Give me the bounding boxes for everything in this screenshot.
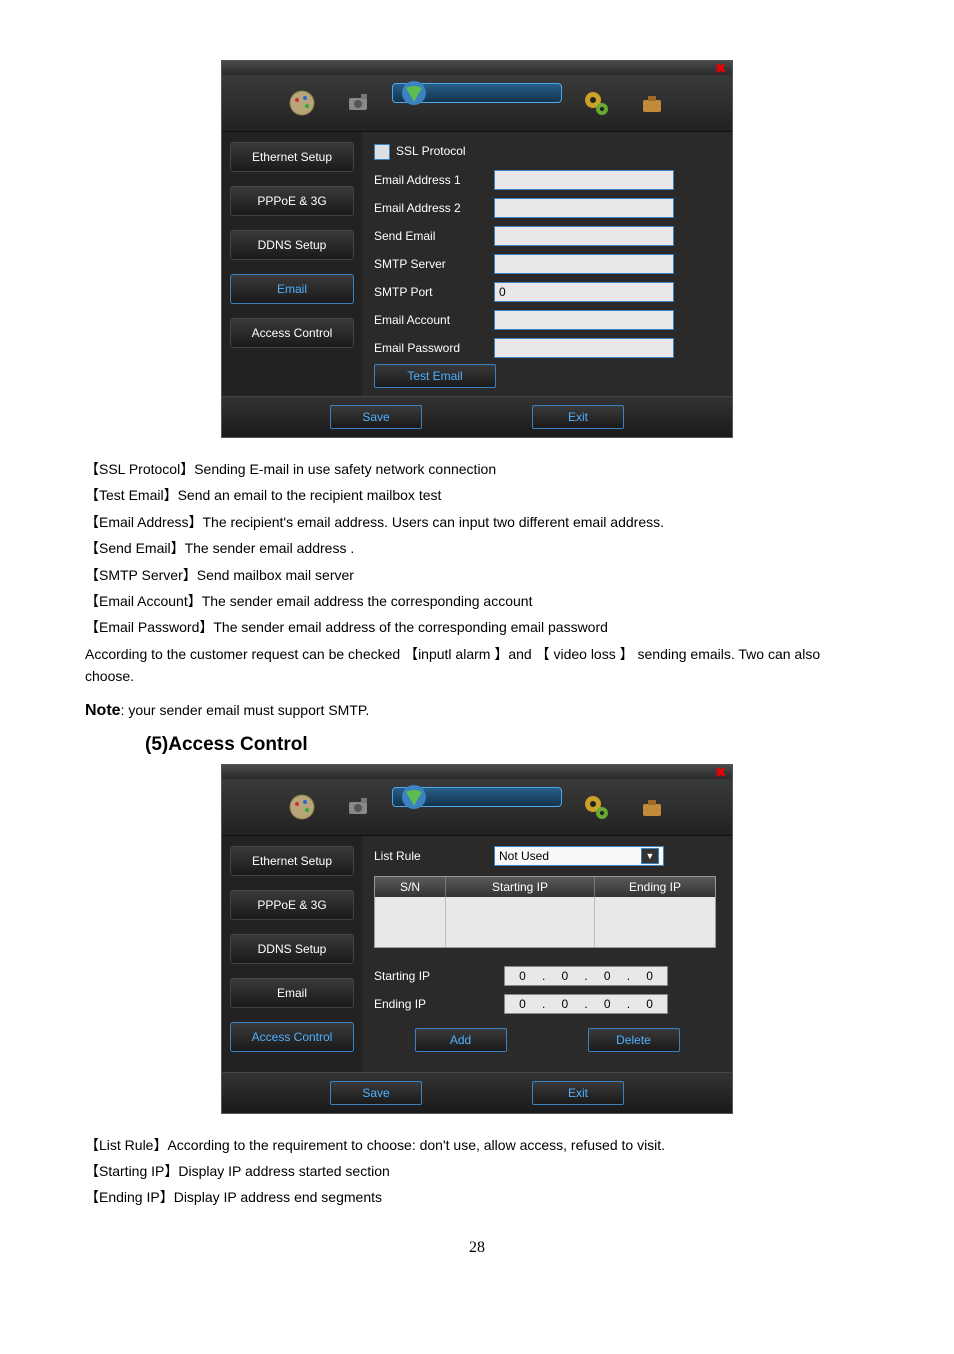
starting-ip-label: Starting IP (374, 969, 504, 983)
sidebar-item-ddns-setup[interactable]: DDNS Setup (230, 934, 354, 964)
globe-icon[interactable] (392, 83, 562, 103)
list-rule-label: List Rule (374, 849, 494, 863)
main-panel: SSL Protocol Email Address 1 Email Addre… (362, 132, 732, 396)
list-rule-value: Not Used (499, 849, 549, 863)
description-line: 【Test Email】Send an email to the recipie… (85, 484, 869, 506)
email-account-input[interactable] (494, 310, 674, 330)
ending-ip-label: Ending IP (374, 997, 504, 1011)
close-icon[interactable]: ✖ (715, 61, 726, 77)
smtp-port-input[interactable] (494, 282, 674, 302)
email1-input[interactable] (494, 170, 674, 190)
list-rule-select[interactable]: Not Used ▼ (494, 846, 664, 866)
sidebar-item-access-control[interactable]: Access Control (230, 318, 354, 348)
note-label: Note (85, 702, 121, 719)
th-sn: S/N (375, 877, 446, 897)
sidebar-item-ethernet-setup[interactable]: Ethernet Setup (230, 142, 354, 172)
test-email-button[interactable]: Test Email (374, 364, 496, 388)
send-email-input[interactable] (494, 226, 674, 246)
exit-button[interactable]: Exit (532, 1081, 624, 1105)
gears-icon[interactable] (574, 83, 618, 123)
description-line: 【Send Email】The sender email address . (85, 537, 869, 559)
page-number: 28 (85, 1239, 869, 1257)
description-line: 【Email Account】The sender email address … (85, 590, 869, 612)
dialog-titlebar: ✖ (222, 61, 732, 75)
sidebar: Ethernet Setup PPPoE & 3G DDNS Setup Email A… (222, 836, 362, 1072)
th-ending-ip: Ending IP (595, 877, 715, 897)
note-line: Note: your sender email must support SMT… (85, 702, 869, 720)
globe-icon[interactable] (392, 787, 562, 807)
smtp-port-label: SMTP Port (374, 285, 494, 299)
smtp-server-label: SMTP Server (374, 257, 494, 271)
sidebar-item-ddns-setup[interactable]: DDNS Setup (230, 230, 354, 260)
description-line: 【Starting IP】Display IP address started … (85, 1160, 869, 1182)
sidebar-item-access-control[interactable]: Access Control (230, 1022, 354, 1052)
description-line: 【List Rule】According to the requirement … (85, 1134, 869, 1156)
sidebar-item-pppoe-3g[interactable]: PPPoE & 3G (230, 890, 354, 920)
save-button[interactable]: Save (330, 405, 422, 429)
description-line: 【SMTP Server】Send mailbox mail server (85, 564, 869, 586)
dialog-footer: Save Exit (222, 1072, 732, 1113)
camera-icon[interactable] (336, 787, 380, 827)
sidebar-item-pppoe-3g[interactable]: PPPoE & 3G (230, 186, 354, 216)
briefcase-icon[interactable] (630, 787, 674, 827)
add-button[interactable]: Add (415, 1028, 507, 1052)
send-email-label: Send Email (374, 229, 494, 243)
description-list-1: 【SSL Protocol】Sending E-mail in use safe… (85, 458, 869, 688)
description-line: According to the customer request can be… (85, 643, 869, 688)
ssl-checkbox[interactable] (374, 144, 390, 160)
note-text: : your sender email must support SMTP. (121, 702, 370, 718)
description-line: 【Ending IP】Display IP address end segmen… (85, 1186, 869, 1208)
exit-button[interactable]: Exit (532, 405, 624, 429)
sidebar-item-email[interactable]: Email (230, 274, 354, 304)
camera-icon[interactable] (336, 83, 380, 123)
email-dialog: ✖ Ethernet Setup PPPoE & 3G DDNS Setup Emai… (221, 60, 733, 438)
sidebar-item-email[interactable]: Email (230, 978, 354, 1008)
toolbar (222, 75, 732, 132)
palette-icon[interactable] (280, 83, 324, 123)
close-icon[interactable]: ✖ (715, 765, 726, 781)
smtp-server-input[interactable] (494, 254, 674, 274)
chevron-down-icon: ▼ (641, 848, 659, 864)
gears-icon[interactable] (574, 787, 618, 827)
toolbar (222, 779, 732, 836)
delete-button[interactable]: Delete (588, 1028, 680, 1052)
briefcase-icon[interactable] (630, 83, 674, 123)
access-control-dialog: ✖ Ethernet Setup PPPoE & 3G DDNS Setup Emai… (221, 764, 733, 1114)
ip-table: S/N Starting IP Ending IP (374, 876, 716, 948)
th-starting-ip: Starting IP (446, 877, 595, 897)
dialog-titlebar: ✖ (222, 765, 732, 779)
email-password-label: Email Password (374, 341, 494, 355)
palette-icon[interactable] (280, 787, 324, 827)
email2-input[interactable] (494, 198, 674, 218)
description-list-2: 【List Rule】According to the requirement … (85, 1134, 869, 1209)
email1-label: Email Address 1 (374, 173, 494, 187)
ssl-label: SSL Protocol (396, 144, 466, 158)
save-button[interactable]: Save (330, 1081, 422, 1105)
dialog-footer: Save Exit (222, 396, 732, 437)
main-panel: List Rule Not Used ▼ S/N Starting IP End… (362, 836, 732, 1072)
description-line: 【SSL Protocol】Sending E-mail in use safe… (85, 458, 869, 480)
starting-ip-input[interactable]: 0.0.0.0 (504, 966, 668, 986)
description-line: 【Email Address】The recipient's email add… (85, 511, 869, 533)
email-password-input[interactable] (494, 338, 674, 358)
description-line: 【Email Password】The sender email address… (85, 616, 869, 638)
ending-ip-input[interactable]: 0.0.0.0 (504, 994, 668, 1014)
email2-label: Email Address 2 (374, 201, 494, 215)
email-account-label: Email Account (374, 313, 494, 327)
section-title: (5)Access Control (145, 734, 869, 756)
sidebar-item-ethernet-setup[interactable]: Ethernet Setup (230, 846, 354, 876)
sidebar: Ethernet Setup PPPoE & 3G DDNS Setup Email A… (222, 132, 362, 396)
